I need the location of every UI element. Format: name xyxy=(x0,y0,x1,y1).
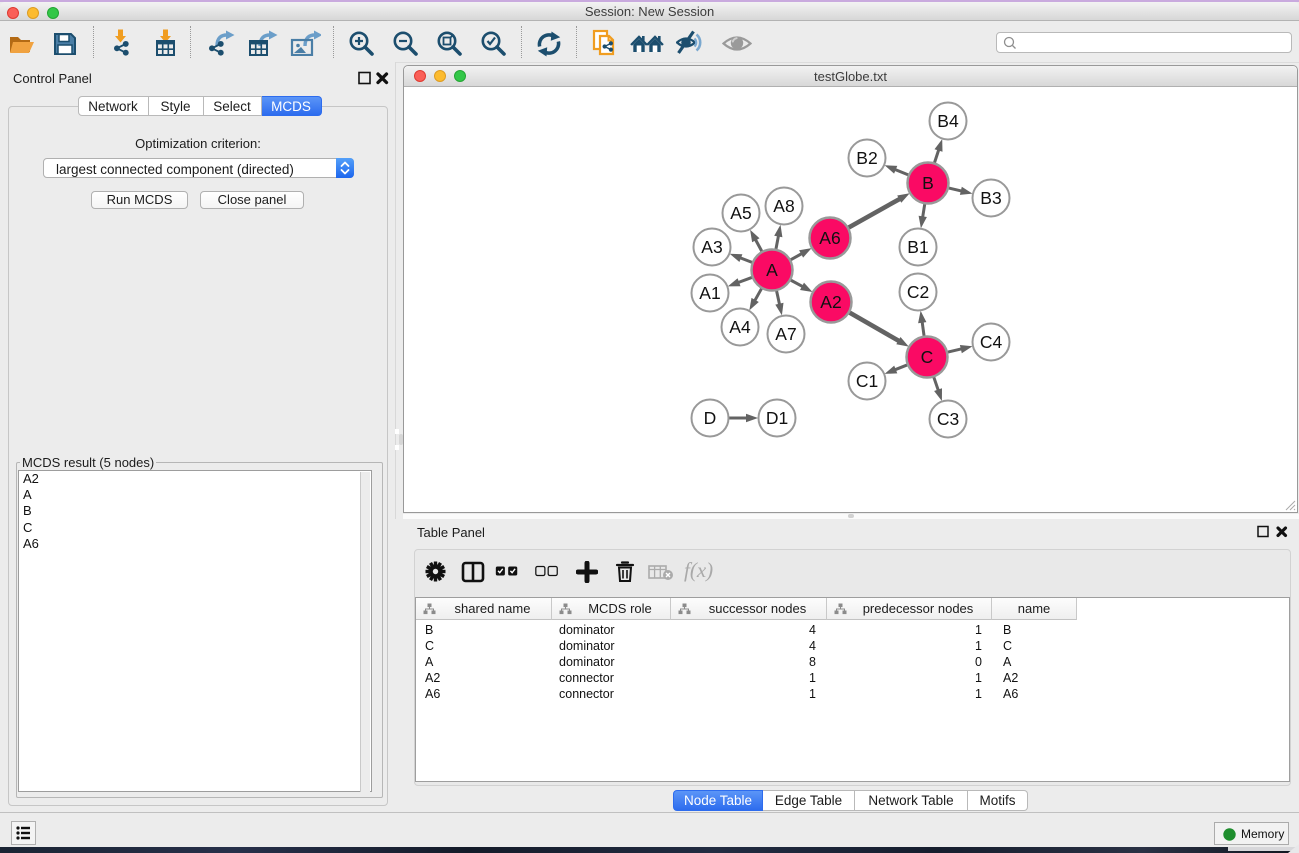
svg-text:B2: B2 xyxy=(856,148,877,168)
svg-text:C: C xyxy=(921,347,934,367)
svg-text:B4: B4 xyxy=(937,111,959,131)
svg-text:C2: C2 xyxy=(907,282,929,302)
svg-text:A2: A2 xyxy=(820,292,841,312)
svg-text:C1: C1 xyxy=(856,371,878,391)
svg-text:A5: A5 xyxy=(730,203,751,223)
svg-text:D: D xyxy=(704,408,717,428)
svg-text:D1: D1 xyxy=(766,408,788,428)
svg-text:A1: A1 xyxy=(699,283,720,303)
svg-text:A7: A7 xyxy=(775,324,796,344)
svg-text:A4: A4 xyxy=(729,317,751,337)
svg-text:B: B xyxy=(922,173,934,193)
svg-text:C4: C4 xyxy=(980,332,1003,352)
svg-text:B3: B3 xyxy=(980,188,1001,208)
svg-text:A: A xyxy=(766,260,778,280)
svg-text:A3: A3 xyxy=(701,237,722,257)
svg-text:A8: A8 xyxy=(773,196,794,216)
svg-text:C3: C3 xyxy=(937,409,959,429)
svg-text:A6: A6 xyxy=(819,228,840,248)
svg-text:B1: B1 xyxy=(907,237,928,257)
